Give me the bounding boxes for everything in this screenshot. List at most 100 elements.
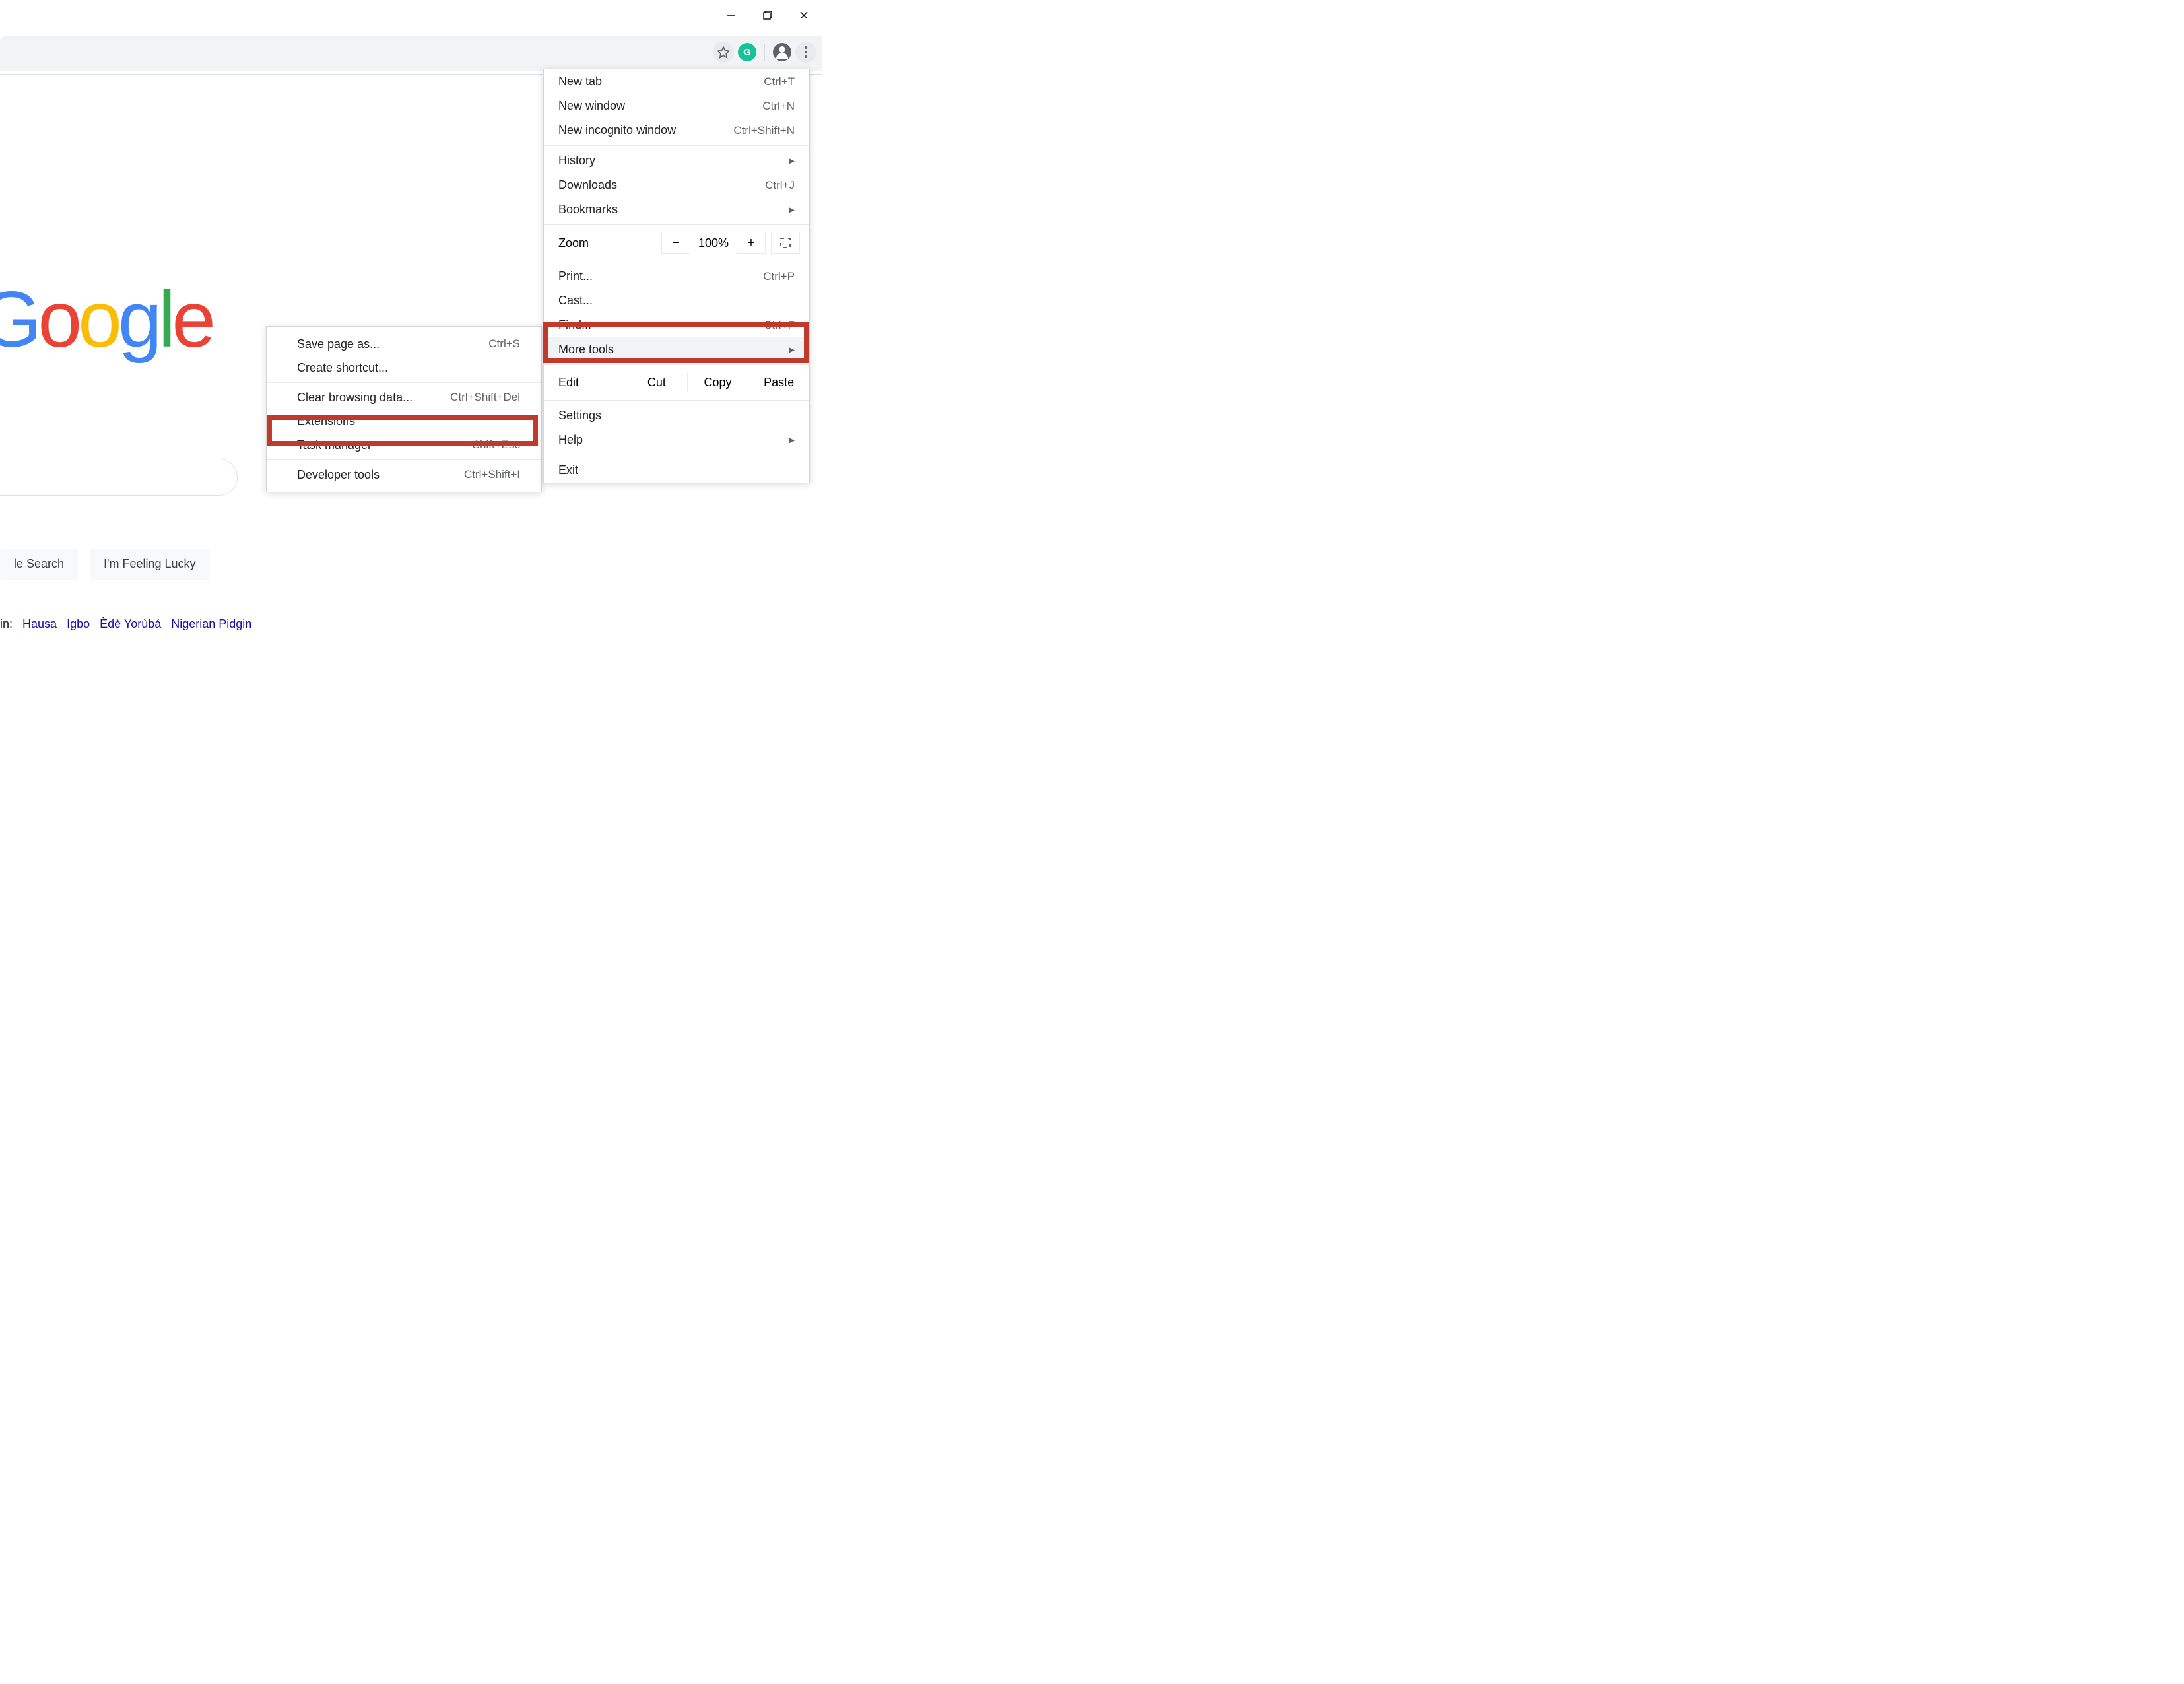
- menu-item-label: Bookmarks: [558, 203, 618, 217]
- menu-item-label: Clear browsing data...: [297, 391, 413, 405]
- kebab-menu-button[interactable]: [795, 42, 816, 63]
- edit-label: Edit: [558, 376, 626, 389]
- downloads-item[interactable]: Downloads Ctrl+J: [544, 173, 809, 197]
- menu-item-label: Help: [558, 433, 583, 447]
- chevron-right-icon: ▸: [789, 203, 795, 217]
- menu-item-label: Developer tools: [297, 468, 380, 482]
- new-window-item[interactable]: New window Ctrl+N: [544, 94, 809, 118]
- zoom-in-button[interactable]: +: [737, 232, 766, 254]
- extensions-item[interactable]: Extensions: [267, 409, 541, 433]
- new-tab-item[interactable]: New tab Ctrl+T: [544, 69, 809, 94]
- logo-letter-o1: o: [38, 275, 78, 364]
- menu-item-label: New incognito window: [558, 123, 676, 137]
- menu-item-shortcut: Ctrl+F: [764, 319, 795, 332]
- help-item[interactable]: Help ▸: [544, 428, 809, 452]
- window-controls: [713, 0, 822, 30]
- menu-item-label: Extensions: [297, 415, 355, 428]
- menu-item-shortcut: Ctrl+Shift+I: [464, 468, 520, 481]
- menu-item-label: New window: [558, 99, 625, 113]
- maximize-button[interactable]: [749, 0, 785, 30]
- task-manager-item[interactable]: Task manager Shift+Esc: [267, 433, 541, 457]
- menu-item-shortcut: Ctrl+S: [488, 337, 520, 351]
- logo-letter-e: e: [172, 275, 212, 364]
- menu-item-label: Settings: [558, 409, 601, 422]
- submenu-separator: [267, 382, 541, 383]
- language-offer: in: Hausa Igbo Èdè Yorùbá Nigerian Pidgi…: [0, 617, 251, 631]
- settings-item[interactable]: Settings: [544, 403, 809, 428]
- toolbar-divider: [764, 44, 765, 61]
- paste-button[interactable]: Paste: [748, 373, 809, 392]
- menu-separator: [544, 400, 809, 401]
- zoom-out-button[interactable]: −: [661, 232, 690, 254]
- fullscreen-button[interactable]: [771, 232, 800, 254]
- menu-item-shortcut: Ctrl+N: [762, 100, 795, 113]
- create-shortcut-item[interactable]: Create shortcut...: [267, 356, 541, 380]
- extension-badge: G: [738, 43, 756, 61]
- google-search-button[interactable]: le Search: [0, 549, 78, 580]
- menu-item-shortcut: Ctrl+Shift+N: [733, 124, 795, 137]
- chevron-right-icon: ▸: [789, 154, 795, 168]
- menu-item-shortcut: Ctrl+T: [764, 75, 795, 88]
- menu-item-shortcut: Shift+Esc: [473, 438, 520, 452]
- menu-item-label: Print...: [558, 269, 593, 283]
- bookmarks-item[interactable]: Bookmarks ▸: [544, 197, 809, 222]
- close-button[interactable]: [785, 0, 822, 30]
- exit-item[interactable]: Exit: [544, 458, 809, 483]
- browser-toolbar: G: [0, 36, 822, 71]
- menu-item-label: New tab: [558, 75, 602, 88]
- lang-link-igbo[interactable]: Igbo: [67, 617, 90, 630]
- more-tools-item[interactable]: More tools ▸: [544, 337, 809, 362]
- clear-browsing-data-item[interactable]: Clear browsing data... Ctrl+Shift+Del: [267, 386, 541, 409]
- menu-item-shortcut: Ctrl+J: [765, 179, 795, 192]
- menu-item-label: Find...: [558, 318, 591, 332]
- menu-item-shortcut: Ctrl+Shift+Del: [450, 391, 520, 404]
- menu-item-label: More tools: [558, 343, 614, 356]
- feeling-lucky-button[interactable]: I'm Feeling Lucky: [90, 549, 210, 580]
- menu-item-label: History: [558, 154, 595, 168]
- search-box-partial[interactable]: [0, 459, 238, 496]
- zoom-row: Zoom − 100% +: [544, 228, 809, 258]
- profile-button[interactable]: [772, 42, 793, 63]
- logo-letter-l: l: [158, 275, 172, 364]
- chevron-right-icon: ▸: [789, 433, 795, 447]
- profile-avatar-icon: [773, 43, 791, 61]
- zoom-value: 100%: [690, 236, 737, 250]
- chevron-right-icon: ▸: [789, 343, 795, 356]
- new-incognito-item[interactable]: New incognito window Ctrl+Shift+N: [544, 118, 809, 143]
- print-item[interactable]: Print... Ctrl+P: [544, 264, 809, 288]
- cast-item[interactable]: Cast...: [544, 288, 809, 313]
- search-buttons: le Search I'm Feeling Lucky: [0, 549, 210, 580]
- menu-item-label: Save page as...: [297, 337, 380, 351]
- developer-tools-item[interactable]: Developer tools Ctrl+Shift+I: [267, 463, 541, 487]
- more-tools-submenu: Save page as... Ctrl+S Create shortcut..…: [266, 326, 542, 492]
- menu-separator: [544, 224, 809, 225]
- grammarly-extension-icon[interactable]: G: [737, 42, 758, 63]
- zoom-label: Zoom: [558, 236, 626, 250]
- submenu-separator: [267, 459, 541, 460]
- menu-item-label: Create shortcut...: [297, 361, 388, 375]
- logo-letter-g: G: [0, 275, 38, 364]
- save-page-as-item[interactable]: Save page as... Ctrl+S: [267, 332, 541, 356]
- menu-item-label: Task manager: [297, 438, 372, 452]
- language-prefix: in:: [0, 617, 13, 630]
- menu-item-shortcut: Ctrl+P: [763, 270, 795, 283]
- cut-button[interactable]: Cut: [626, 373, 687, 392]
- copy-button[interactable]: Copy: [687, 373, 748, 392]
- chrome-main-menu: New tab Ctrl+T New window Ctrl+N New inc…: [543, 69, 810, 483]
- find-item[interactable]: Find... Ctrl+F: [544, 313, 809, 337]
- edit-row: Edit Cut Copy Paste: [544, 368, 809, 397]
- logo-letter-g2: g: [118, 275, 158, 364]
- menu-separator: [544, 364, 809, 365]
- bookmark-star-icon[interactable]: [713, 42, 734, 63]
- menu-item-label: Downloads: [558, 178, 617, 192]
- lang-link-yoruba[interactable]: Èdè Yorùbá: [100, 617, 161, 630]
- minimize-button[interactable]: [713, 0, 749, 30]
- lang-link-hausa[interactable]: Hausa: [22, 617, 57, 630]
- history-item[interactable]: History ▸: [544, 149, 809, 173]
- google-logo: Google: [0, 274, 212, 365]
- menu-item-label: Exit: [558, 463, 578, 477]
- logo-letter-o2: o: [78, 275, 118, 364]
- menu-separator: [544, 145, 809, 146]
- lang-link-pidgin[interactable]: Nigerian Pidgin: [171, 617, 251, 630]
- menu-item-label: Cast...: [558, 294, 593, 308]
